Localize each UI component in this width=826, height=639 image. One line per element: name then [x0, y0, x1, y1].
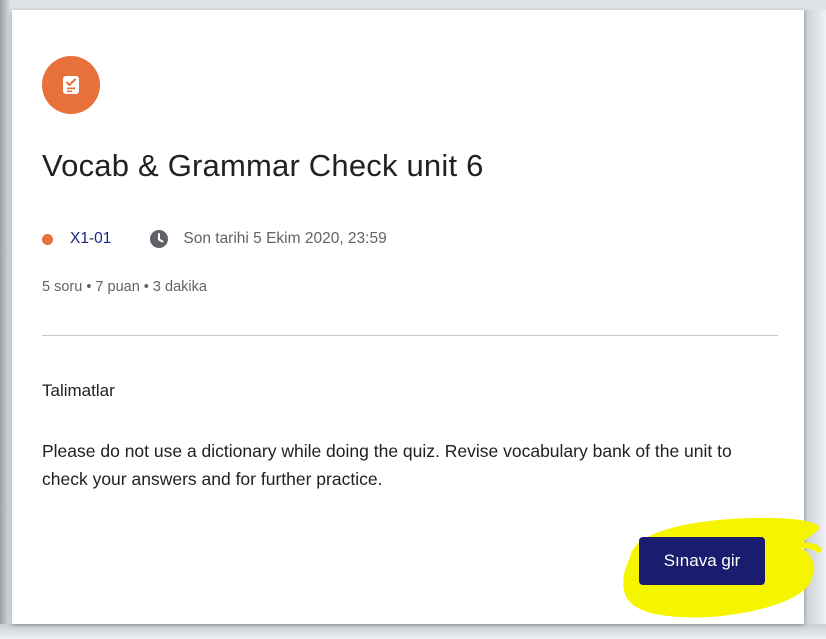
start-quiz-button[interactable]: Sınava gir	[639, 537, 765, 585]
bottom-shadow	[0, 624, 826, 639]
quiz-stats: 5 soru • 7 puan • 3 dakika	[42, 279, 207, 295]
divider	[42, 335, 778, 336]
instructions-text: Please do not use a dictionary while doi…	[42, 441, 732, 489]
assignment-meta: X1-01 Son tarihi 5 Ekim 2020, 23:59	[42, 228, 387, 250]
class-name: X1-01	[70, 230, 112, 247]
quiz-icon	[42, 56, 100, 114]
left-border	[0, 0, 10, 639]
class-dot-icon	[42, 233, 53, 245]
window-background: Vocab & Grammar Check unit 6 X1-01 Son t…	[0, 0, 826, 639]
clock-icon	[149, 229, 169, 249]
assignment-title: Vocab & Grammar Check unit 6	[42, 148, 484, 183]
due-date: Son tarihi 5 Ekim 2020, 23:59	[183, 230, 387, 247]
instructions-heading: Talimatlar	[42, 381, 115, 400]
